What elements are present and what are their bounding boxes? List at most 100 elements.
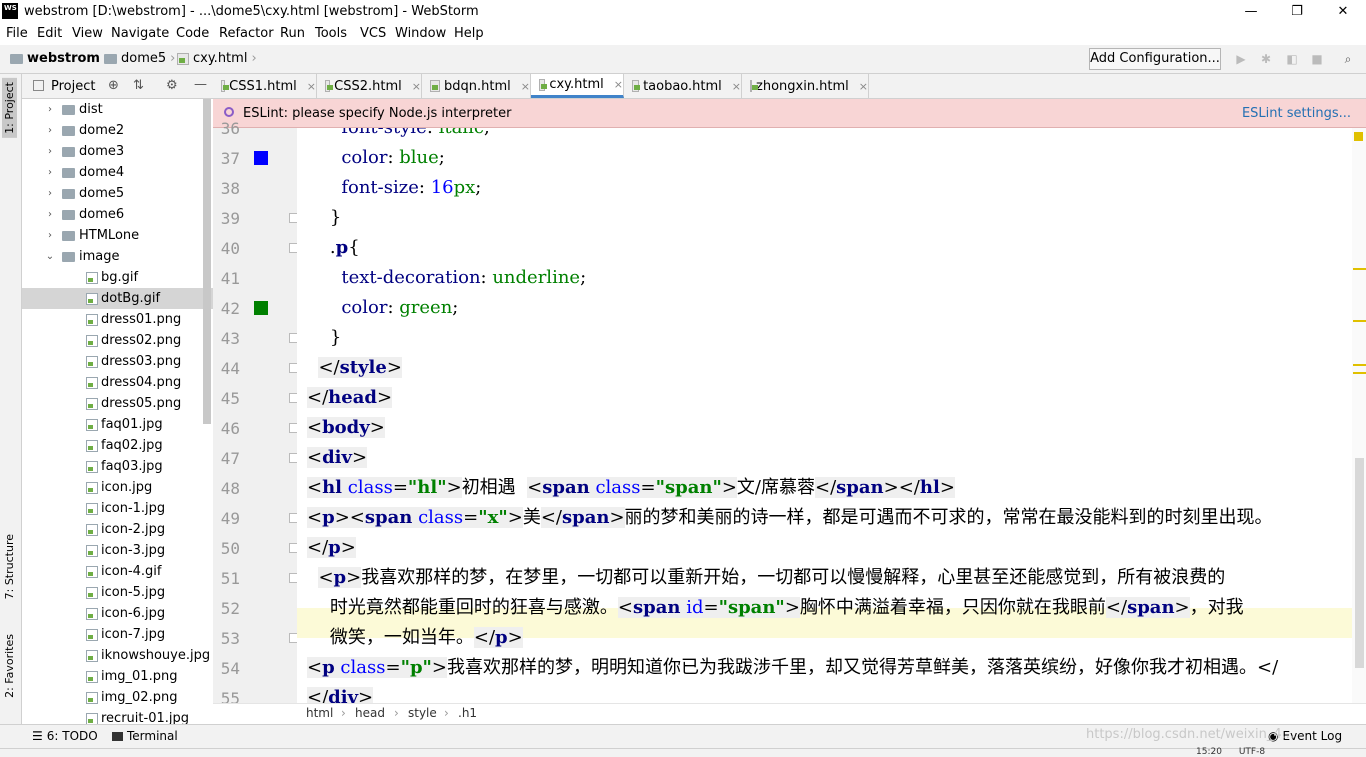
close-tab-icon[interactable]: × [521,80,530,93]
menu-window[interactable]: Window [395,26,446,41]
tree-file-item[interactable]: img_02.png [22,687,213,708]
tree-file-item[interactable]: dress05.png [22,393,213,414]
close-button[interactable]: ✕ [1320,0,1366,23]
tool-tab-project[interactable]: 1: Project [2,78,17,138]
close-tab-icon[interactable]: × [614,78,623,91]
tree-file-item[interactable]: dress01.png [22,309,213,330]
chevron-down-icon[interactable]: ⌄ [44,251,56,262]
menu-navigate[interactable]: Navigate [111,26,169,41]
tree-folder-item[interactable]: ⌄ image [22,246,213,267]
tree-file-item[interactable]: faq02.jpg [22,435,213,456]
gear-icon[interactable]: ⚙ [166,78,178,93]
chevron-right-icon[interactable]: › [44,188,56,199]
hide-panel-icon[interactable]: — [194,77,207,92]
tree-file-item[interactable]: icon-3.jpg [22,540,213,561]
code-line[interactable]: <p class="p">我喜欢那样的梦，明明知道你已为我跋涉千里，却又觉得芳草… [307,653,1278,683]
breadcrumb-h1[interactable]: .h1 [458,706,477,720]
editor-tab[interactable]: cxy.html × [531,74,624,98]
project-view-selector[interactable]: Project [51,79,95,94]
menu-tools[interactable]: Tools [315,26,347,41]
project-tree-scrollbar[interactable] [203,99,211,424]
file-encoding[interactable]: UTF-8 [1239,747,1265,757]
menu-refactor[interactable]: Refactor [219,26,274,41]
code-line[interactable]: } [307,203,341,233]
breadcrumb-head[interactable]: head [355,706,385,720]
todo-tab[interactable]: ☰ 6: TODO [32,729,98,743]
search-everywhere-icon[interactable]: ⌕ [1340,51,1356,67]
code-line[interactable]: color: green; [307,293,458,323]
close-tab-icon[interactable]: × [307,80,316,93]
code-line[interactable]: text-decoration: underline; [307,263,586,293]
tree-folder-item[interactable]: › dome5 [22,183,213,204]
tree-file-item[interactable]: faq01.jpg [22,414,213,435]
menu-vcs[interactable]: VCS [360,26,386,41]
menu-help[interactable]: Help [454,26,484,41]
nav-crumb-folder[interactable]: dome5 › [104,51,175,66]
terminal-tab[interactable]: Terminal [112,729,178,743]
editor-tab[interactable]: bdqn.html × [422,74,531,98]
code-line[interactable]: color: blue; [307,143,445,173]
editor-tab[interactable]: zhongxin.html × [742,74,869,98]
caret-position[interactable]: 15:20 [1196,747,1222,757]
minimize-button[interactable]: — [1228,0,1274,23]
editor-scrollbar-thumb[interactable] [1355,458,1364,668]
menu-run[interactable]: Run [280,26,305,41]
tree-file-item[interactable]: img_01.png [22,666,213,687]
run-icon[interactable]: ▶ [1233,51,1249,67]
code-line[interactable]: </style> [307,353,402,383]
code-editor[interactable]: font-style: italic; color: blue; font-si… [297,128,1352,703]
tool-tab-favorites[interactable]: 2: Favorites [3,634,16,698]
code-line[interactable]: 微笑，一如当年。</p> [307,623,523,653]
chevron-right-icon[interactable]: › [44,125,56,136]
warning-marker[interactable] [1353,364,1366,366]
color-swatch-icon[interactable] [254,301,268,315]
tool-tab-structure[interactable]: 7: Structure [3,534,16,599]
collapse-all-icon[interactable]: ⇅ [133,78,144,93]
tree-file-item[interactable]: icon-5.jpg [22,582,213,603]
code-line[interactable]: .p{ [307,233,360,263]
editor-tab[interactable]: CSS1.html × [213,74,317,98]
tree-file-item[interactable]: icon.jpg [22,477,213,498]
menu-file[interactable]: File [6,26,28,41]
color-swatch-icon[interactable] [254,151,268,165]
code-line[interactable]: font-style: italic; [307,128,490,143]
close-tab-icon[interactable]: × [732,80,741,93]
chevron-right-icon[interactable]: › [44,209,56,220]
code-line[interactable]: <div> [307,443,368,473]
add-configuration-button[interactable]: Add Configuration... [1089,48,1221,70]
code-line[interactable]: <p>我喜欢那样的梦，在梦里，一切都可以重新开始，一切都可以慢慢解释，心里甚至还… [307,563,1225,593]
tree-file-item[interactable]: icon-1.jpg [22,498,213,519]
tree-file-item[interactable]: icon-7.jpg [22,624,213,645]
nav-crumb-project[interactable]: webstrom › [10,51,109,66]
error-stripe[interactable] [1352,128,1366,703]
restore-button[interactable]: ❐ [1274,0,1320,23]
tree-file-item[interactable]: iknowshouye.jpg [22,645,213,666]
chevron-right-icon[interactable]: › [44,104,56,115]
tree-file-item[interactable]: icon-6.jpg [22,603,213,624]
tree-folder-item[interactable]: › HTMLone [22,225,213,246]
chevron-right-icon[interactable]: › [44,230,56,241]
tree-folder-item[interactable]: › dome3 [22,141,213,162]
tree-file-item[interactable]: faq03.jpg [22,456,213,477]
tree-file-item[interactable]: recruit-01.jpg [22,708,213,724]
code-line[interactable]: font-size: 16px; [307,173,481,203]
crosshair-icon[interactable]: ⊕ [108,78,119,93]
warning-indicator-icon[interactable] [1354,132,1363,141]
code-line[interactable]: } [307,323,341,353]
breadcrumb-style[interactable]: style [408,706,437,720]
code-line[interactable]: </div> [307,683,374,703]
tree-file-item[interactable]: dress03.png [22,351,213,372]
warning-marker[interactable] [1353,320,1366,322]
chevron-right-icon[interactable]: › [44,146,56,157]
breadcrumb-html[interactable]: html [306,706,333,720]
chevron-right-icon[interactable]: › [44,167,56,178]
menu-view[interactable]: View [72,26,103,41]
menu-edit[interactable]: Edit [37,26,62,41]
code-line[interactable]: <hl class="hl">初相遇 <span class="span">文/… [307,473,955,503]
code-line[interactable]: </p> [307,533,356,563]
code-line[interactable]: </head> [307,383,393,413]
editor-tab[interactable]: CSS2.html × [317,74,422,98]
tree-folder-item[interactable]: › dome2 [22,120,213,141]
tree-file-item[interactable]: bg.gif [22,267,213,288]
close-tab-icon[interactable]: × [412,80,421,93]
